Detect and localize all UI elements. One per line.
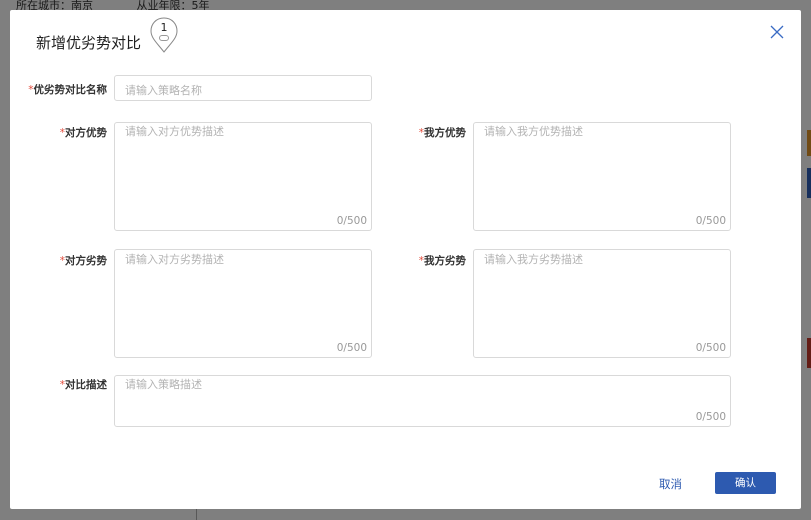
our-weaknesses-counter: 0/500 [695,342,726,354]
their-weaknesses-textarea[interactable]: 请输入对方劣势描述 0/500 [114,249,372,358]
their-weaknesses-placeholder: 请输入对方劣势描述 [125,253,224,266]
step-marker: 1 [148,16,180,54]
comparison-desc-textarea[interactable]: 请输入策略描述 0/500 [114,375,731,427]
our-strengths-text: 我方优势 [424,127,466,139]
link-icon [159,35,169,41]
cancel-button[interactable]: 取消 [659,476,682,492]
their-weaknesses-text: 对方劣势 [65,255,107,267]
our-strengths-label: *我方优势 [385,125,466,140]
confirm-button[interactable]: 确认 [715,472,776,494]
comparison-desc-placeholder: 请输入策略描述 [125,378,202,391]
their-strengths-label: *对方优势 [26,125,107,140]
our-weaknesses-label: *我方劣势 [385,253,466,268]
our-strengths-textarea[interactable]: 请输入我方优势描述 0/500 [473,122,731,231]
our-weaknesses-textarea[interactable]: 请输入我方劣势描述 0/500 [473,249,731,358]
dialog-title: 新增优劣势对比 [36,34,142,52]
our-weaknesses-text: 我方劣势 [424,255,466,267]
close-icon[interactable] [770,25,784,39]
strategy-name-input[interactable]: 请输入策略名称 [114,75,372,101]
their-weaknesses-label: *对方劣势 [26,253,107,268]
their-strengths-textarea[interactable]: 请输入对方优势描述 0/500 [114,122,372,231]
comparison-desc-counter: 0/500 [695,411,726,423]
their-strengths-text: 对方优势 [65,127,107,139]
strategy-name-placeholder: 请输入策略名称 [125,84,202,97]
strategy-name-label: *优劣势对比名称 [26,82,107,97]
strategy-name-text: 优劣势对比名称 [33,84,108,96]
their-strengths-counter: 0/500 [336,215,367,227]
their-weaknesses-counter: 0/500 [336,342,367,354]
step-number: 1 [160,21,168,34]
our-strengths-placeholder: 请输入我方优势描述 [484,125,583,138]
comparison-desc-text: 对比描述 [65,379,107,391]
comparison-desc-label: *对比描述 [26,377,107,392]
add-comparison-dialog: 新增优劣势对比 1 *优劣势对比名称 请输入策略名称 *对方优势 请输入对方优势… [10,10,801,509]
our-strengths-counter: 0/500 [695,215,726,227]
their-strengths-placeholder: 请输入对方优势描述 [125,125,224,138]
our-weaknesses-placeholder: 请输入我方劣势描述 [484,253,583,266]
